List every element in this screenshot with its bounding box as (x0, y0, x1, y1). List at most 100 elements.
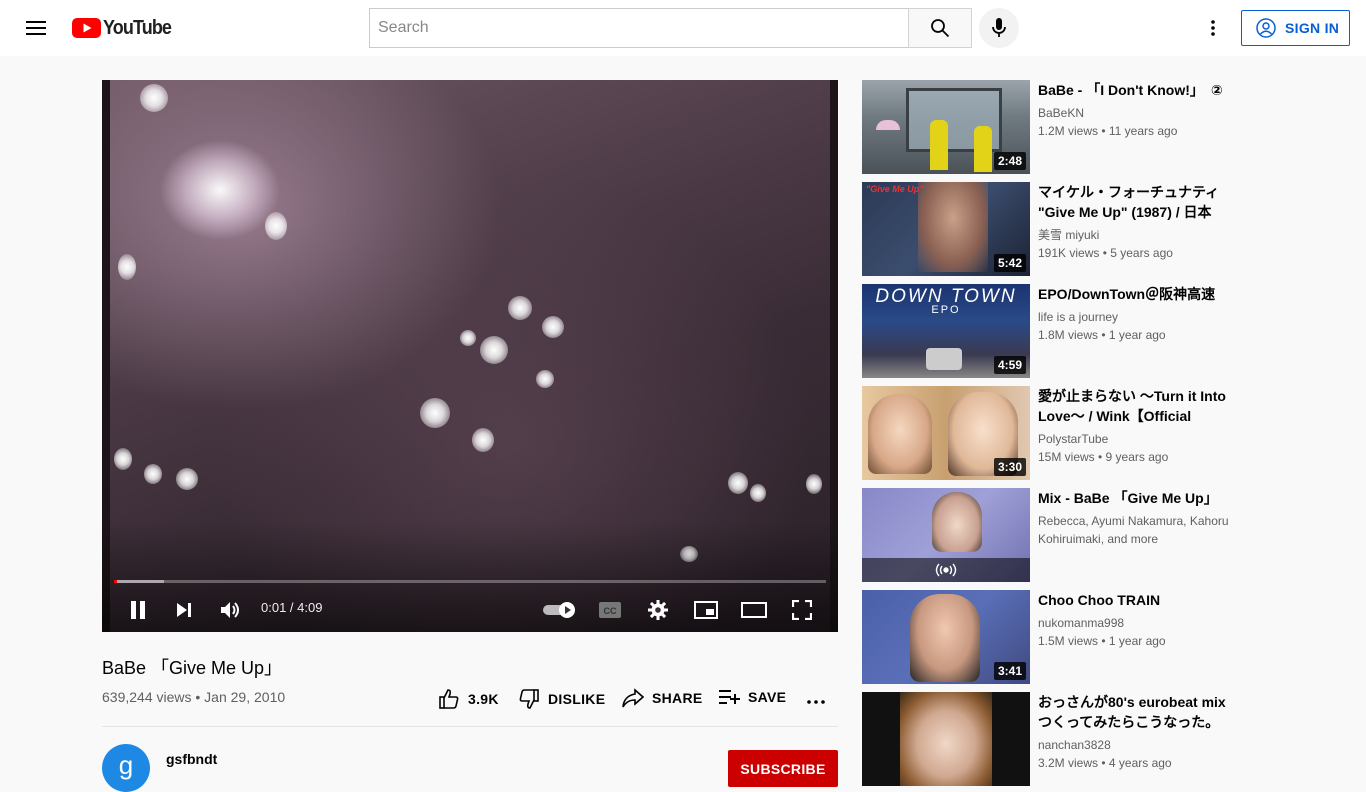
thumbs-down-icon (519, 689, 539, 709)
recommendation-channel[interactable]: life is a journey (1038, 308, 1238, 326)
video-thumbnail[interactable]: 3:30 (862, 386, 1030, 480)
autoplay-toggle-icon (543, 602, 575, 618)
youtube-play-logo-icon (72, 18, 101, 38)
like-button[interactable]: 3.9K (438, 688, 499, 710)
video-view-count-date: 639,244 views • Jan 29, 2010 (102, 689, 286, 705)
svg-text:CC: CC (604, 606, 617, 616)
recommendation-item[interactable]: 2:48 BaBe - 「I Don't Know!」 ② BaBeKN 1.2… (862, 80, 1242, 174)
vertical-dots-icon (1211, 20, 1215, 36)
recommendation-title[interactable]: Choo Choo TRAIN (1038, 590, 1238, 610)
recommendation-title[interactable]: Mix - BaBe 「Give Me Up」 (1038, 488, 1238, 508)
search-box (369, 8, 972, 48)
recommendation-stats: 1.5M views • 1 year ago (1038, 634, 1166, 648)
mute-button[interactable] (213, 592, 249, 628)
miniplayer-icon (694, 601, 718, 619)
horizontal-dots-icon (807, 700, 825, 704)
recommendation-title[interactable]: マイケル・フォーチュナティ "Give Me Up" (1987) / 日本語… (1038, 182, 1238, 222)
miniplayer-button[interactable] (688, 592, 724, 628)
volume-icon (221, 602, 239, 618)
search-button[interactable] (908, 8, 972, 48)
theater-mode-button[interactable] (736, 592, 772, 628)
recommendation-item[interactable]: "Give Me Up" 5:42 マイケル・フォーチュナティ "Give Me… (862, 182, 1242, 276)
thumbs-up-icon (439, 689, 459, 709)
save-label: SAVE (748, 689, 787, 705)
next-button[interactable] (166, 592, 202, 628)
recommendation-channel[interactable]: PolystarTube (1038, 430, 1238, 448)
recommendation-title[interactable]: 愛が止まらない 〜Turn it Into Love〜 / Wink【Offic… (1038, 386, 1238, 426)
settings-more-button[interactable] (1193, 8, 1233, 48)
video-thumbnail[interactable]: DOWN TOWN EPO 4:59 (862, 284, 1030, 378)
recommendation-stats: 3.2M views • 4 years ago (1038, 756, 1172, 770)
subtitles-button[interactable]: CC (592, 592, 628, 628)
sign-in-label: SIGN IN (1285, 20, 1340, 36)
pause-icon (131, 601, 145, 619)
video-thumbnail[interactable]: "Give Me Up" 5:42 (862, 182, 1030, 276)
autoplay-toggle[interactable] (540, 592, 580, 628)
recommendation-channel[interactable]: nukomanma998 (1038, 614, 1238, 632)
channel-name[interactable]: gsfbndt (166, 751, 217, 767)
video-thumbnail[interactable] (862, 692, 1030, 786)
save-button[interactable]: SAVE (718, 688, 786, 706)
recommendation-title[interactable]: BaBe - 「I Don't Know!」 ② (1038, 80, 1238, 100)
channel-avatar[interactable]: g (102, 744, 150, 792)
theater-mode-icon (741, 602, 767, 618)
recommendation-item[interactable]: 3:41 Choo Choo TRAIN nukomanma998 1.5M v… (862, 590, 1242, 684)
recommendation-stats: 1.2M views • 11 years ago (1038, 124, 1178, 138)
more-actions-button[interactable] (806, 692, 826, 712)
microphone-icon (992, 18, 1006, 37)
recommendation-title[interactable]: おっさんが80's eurobeat mixつくってみたらこうなった。vol.0 (1038, 692, 1238, 732)
recommendation-stats: 1.8M views • 1 year ago (1038, 328, 1166, 342)
progress-loaded (114, 580, 164, 583)
video-thumbnail[interactable]: 2:48 (862, 80, 1030, 174)
logo-text: YouTube (103, 16, 172, 39)
recommendation-item[interactable]: おっさんが80's eurobeat mixつくってみたらこうなった。vol.0… (862, 692, 1242, 786)
skip-next-icon (177, 603, 191, 617)
recommendation-stats: 15M views • 9 years ago (1038, 450, 1169, 464)
guide-menu-button[interactable] (16, 8, 56, 48)
video-thumbnail[interactable]: 3:41 (862, 590, 1030, 684)
thumbnail-subtitle-text: EPO (931, 304, 961, 316)
recommendation-channel[interactable]: BaBeKN (1038, 104, 1238, 122)
playlist-add-icon (719, 690, 740, 704)
info-divider (102, 726, 838, 727)
video-duration: 5:42 (993, 254, 1026, 272)
masthead: YouTube SIGN IN (0, 0, 1366, 56)
recommendation-stats: Kohiruimaki, and more (1038, 532, 1159, 546)
recommendation-channel[interactable]: 美雪 miyuki (1038, 226, 1238, 244)
gear-icon (648, 600, 668, 620)
progress-bar[interactable] (114, 580, 826, 583)
voice-search-button[interactable] (979, 8, 1019, 48)
progress-played (114, 580, 117, 583)
closed-captions-icon: CC (599, 602, 621, 618)
video-thumbnail[interactable] (862, 488, 1030, 582)
video-duration: 2:48 (993, 152, 1026, 170)
recommendation-title[interactable]: EPO/DownTown＠阪神高速 (1038, 284, 1238, 304)
video-duration: 3:30 (993, 458, 1026, 476)
settings-button[interactable] (640, 592, 676, 628)
pause-button[interactable] (120, 592, 156, 628)
video-player[interactable]: 0:01 / 4:09 CC (102, 80, 838, 632)
account-circle-icon (1256, 18, 1276, 38)
recommendation-item[interactable]: Mix - BaBe 「Give Me Up」 Rebecca, Ayumi N… (862, 488, 1242, 582)
radio-broadcast-icon (935, 563, 957, 577)
recommendation-item[interactable]: DOWN TOWN EPO 4:59 EPO/DownTown＠阪神高速 lif… (862, 284, 1242, 378)
share-arrow-icon (622, 688, 644, 708)
dislike-label: DISLIKE (548, 691, 606, 707)
fullscreen-icon (792, 600, 812, 620)
recommendation-channel[interactable]: nanchan3828 (1038, 736, 1238, 754)
search-input[interactable] (369, 8, 908, 48)
subscribe-button[interactable]: SUBSCRIBE (728, 750, 838, 787)
share-button[interactable]: SHARE (622, 688, 703, 708)
mix-overlay (862, 558, 1030, 582)
video-duration: 4:59 (993, 356, 1026, 374)
dislike-button[interactable]: DISLIKE (518, 688, 605, 710)
recommendation-item[interactable]: 3:30 愛が止まらない 〜Turn it Into Love〜 / Wink【… (862, 386, 1242, 480)
like-count: 3.9K (468, 691, 499, 707)
sign-in-button[interactable]: SIGN IN (1241, 10, 1350, 46)
recommendation-channel[interactable]: Rebecca, Ayumi Nakamura, Kahoru (1038, 512, 1238, 530)
video-title: BaBe 「Give Me Up」 (102, 658, 283, 678)
fullscreen-button[interactable] (784, 592, 820, 628)
youtube-logo[interactable]: YouTube (72, 16, 179, 40)
video-duration: 3:41 (993, 662, 1026, 680)
hamburger-menu-icon (26, 21, 46, 35)
